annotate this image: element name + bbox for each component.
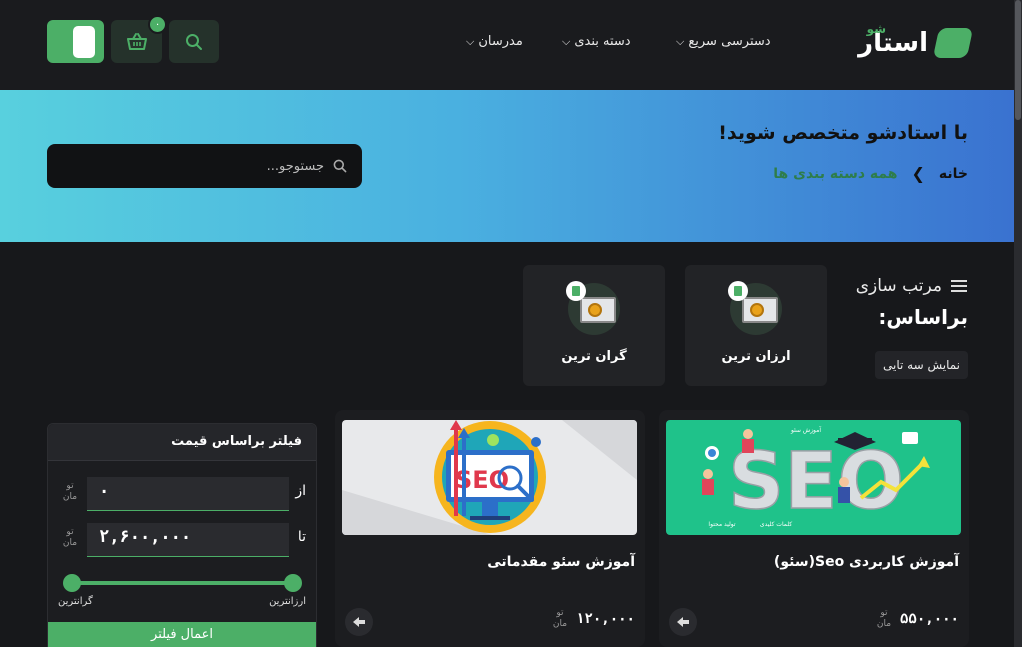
chevron-down-icon: ⌵ [562,34,571,48]
add-to-cart-button[interactable] [669,608,697,636]
hero-search-input[interactable]: جستوجو... [47,144,362,188]
sort-subtitle: براساس: [878,305,968,329]
course-title[interactable]: آموزش سئو مقدماتی [487,554,635,570]
nav-teachers[interactable]: ⌵ مدرسان [466,34,523,49]
chevron-down-icon: ⌵ [676,34,685,48]
price-to-row: تا ۲,۶۰۰,۰۰۰ تو مان [48,523,316,557]
course-card: SEO آموزش سئو کلمات کلیدی تولید محتوا آم… [659,410,969,647]
slider-min-handle[interactable] [284,574,302,592]
course-card: SEO آموزش سئو مقدماتی ۱۲۰,۰۰۰ تو مان [335,410,645,647]
price-to-input[interactable]: ۲,۶۰۰,۰۰۰ [87,523,289,557]
course-thumbnail[interactable]: SEO آموزش سئو کلمات کلیدی تولید محتوا [666,420,961,535]
basket-icon [126,32,147,50]
slider-min-label: ارزانترین [269,596,306,607]
price-from-input[interactable]: ۰ [87,477,289,511]
add-to-cart-button[interactable] [345,608,373,636]
breadcrumb-current[interactable]: همه دسته بندی ها [773,166,897,182]
slider-max-label: گرانترین [58,596,93,607]
user-icon [72,25,95,58]
header-cart-button[interactable]: ۰ [111,15,167,63]
sort-cheapest-option[interactable]: ارزان ترین [685,265,827,386]
site-logo[interactable]: استار شو [842,22,974,64]
chevron-left-icon: ❯ [911,164,925,183]
user-account-button[interactable] [47,20,104,63]
slider-max-handle[interactable] [63,574,81,592]
filter-title: فیلتر براساس قیمت [48,424,316,461]
currency-label: تو مان [60,481,80,503]
scrollbar-thumb[interactable] [1015,0,1021,120]
currency-top: تو [66,481,74,491]
price-from-row: از ۰ تو مان [48,477,316,511]
price-value: ۵۵۰,۰۰۰ [899,611,959,627]
cart-count-badge: ۰ [148,15,167,34]
seo-illustration: SEO [342,420,637,535]
sort-most-expensive-option[interactable]: گران ترین [523,265,665,386]
sort-option-label: ارزان ترین [721,349,791,364]
site-header: استار شو ⌵ دسترسی سریع ⌵ دسته بندی ⌵ مدر… [0,0,1014,90]
currency-label: تو مان [550,608,570,630]
cart-arrow-icon [677,617,689,627]
thumb-word: تولید محتوا [708,521,735,528]
currency-label: تو مان [874,608,894,630]
nav-categories[interactable]: ⌵ دسته بندی [562,34,631,49]
currency-top: تو [880,608,888,618]
to-label: تا [297,529,306,545]
currency-bottom: مان [62,492,78,502]
apply-filter-button[interactable]: اعمال فیلتر [48,622,316,647]
course-price: ۵۵۰,۰۰۰ تو مان [874,608,959,630]
price-down-icon [728,281,782,335]
logo-sub-text: شو [866,22,886,36]
currency-top: تو [556,608,564,618]
nav-quick-access[interactable]: ⌵ دسترسی سریع [676,34,771,49]
page-title: با استادشو متخصص شوید! [718,122,968,144]
sort-title-text: مرتب سازی [855,276,942,296]
course-thumbnail[interactable]: SEO [342,420,637,535]
currency-bottom: مان [552,619,568,629]
breadcrumb: خانه ❯ همه دسته بندی ها [773,164,968,183]
price-filter-panel: فیلتر براساس قیمت از ۰ تو مان تا ۲,۶۰۰,۰… [47,423,317,647]
cart-arrow-icon [353,617,365,627]
currency-label: تو مان [60,527,80,549]
logo-mark-icon [932,28,974,58]
currency-top: تو [66,527,74,537]
price-range-slider[interactable] [63,574,302,592]
nav-label: مدرسان [478,34,523,49]
chevron-down-icon: ⌵ [466,34,475,48]
search-icon [186,33,202,50]
search-icon [333,159,347,173]
sort-heading: مرتب سازی [856,276,968,296]
sort-option-label: گران ترین [561,349,627,364]
from-label: از [295,483,306,499]
currency-bottom: مان [876,619,892,629]
thumb-word: آموزش سئو [790,425,821,434]
currency-bottom: مان [62,538,78,548]
price-value: ۱۲۰,۰۰۰ [575,611,635,627]
price-up-icon [566,281,620,335]
breadcrumb-home-link[interactable]: خانه [939,166,968,182]
header-search-button[interactable] [169,20,219,63]
thumb-word: کلمات کلیدی [760,521,792,528]
seo-illustration: SEO آموزش سئو کلمات کلیدی تولید محتوا [666,420,961,535]
three-column-view-button[interactable]: نمایش سه تایی [875,351,968,379]
course-price: ۱۲۰,۰۰۰ تو مان [550,608,635,630]
thumb-seo-text: SEO [728,437,904,527]
hero-banner: با استادشو متخصص شوید! خانه ❯ همه دسته ب… [0,90,1014,242]
page-scrollbar[interactable] [1014,0,1022,647]
menu-lines-icon [951,280,967,292]
nav-label: دسته بندی [574,34,631,49]
course-title[interactable]: آموزش کاربردی Seo(سئو) [774,554,959,570]
nav-label: دسترسی سریع [688,34,771,49]
search-placeholder: جستوجو... [266,158,324,174]
